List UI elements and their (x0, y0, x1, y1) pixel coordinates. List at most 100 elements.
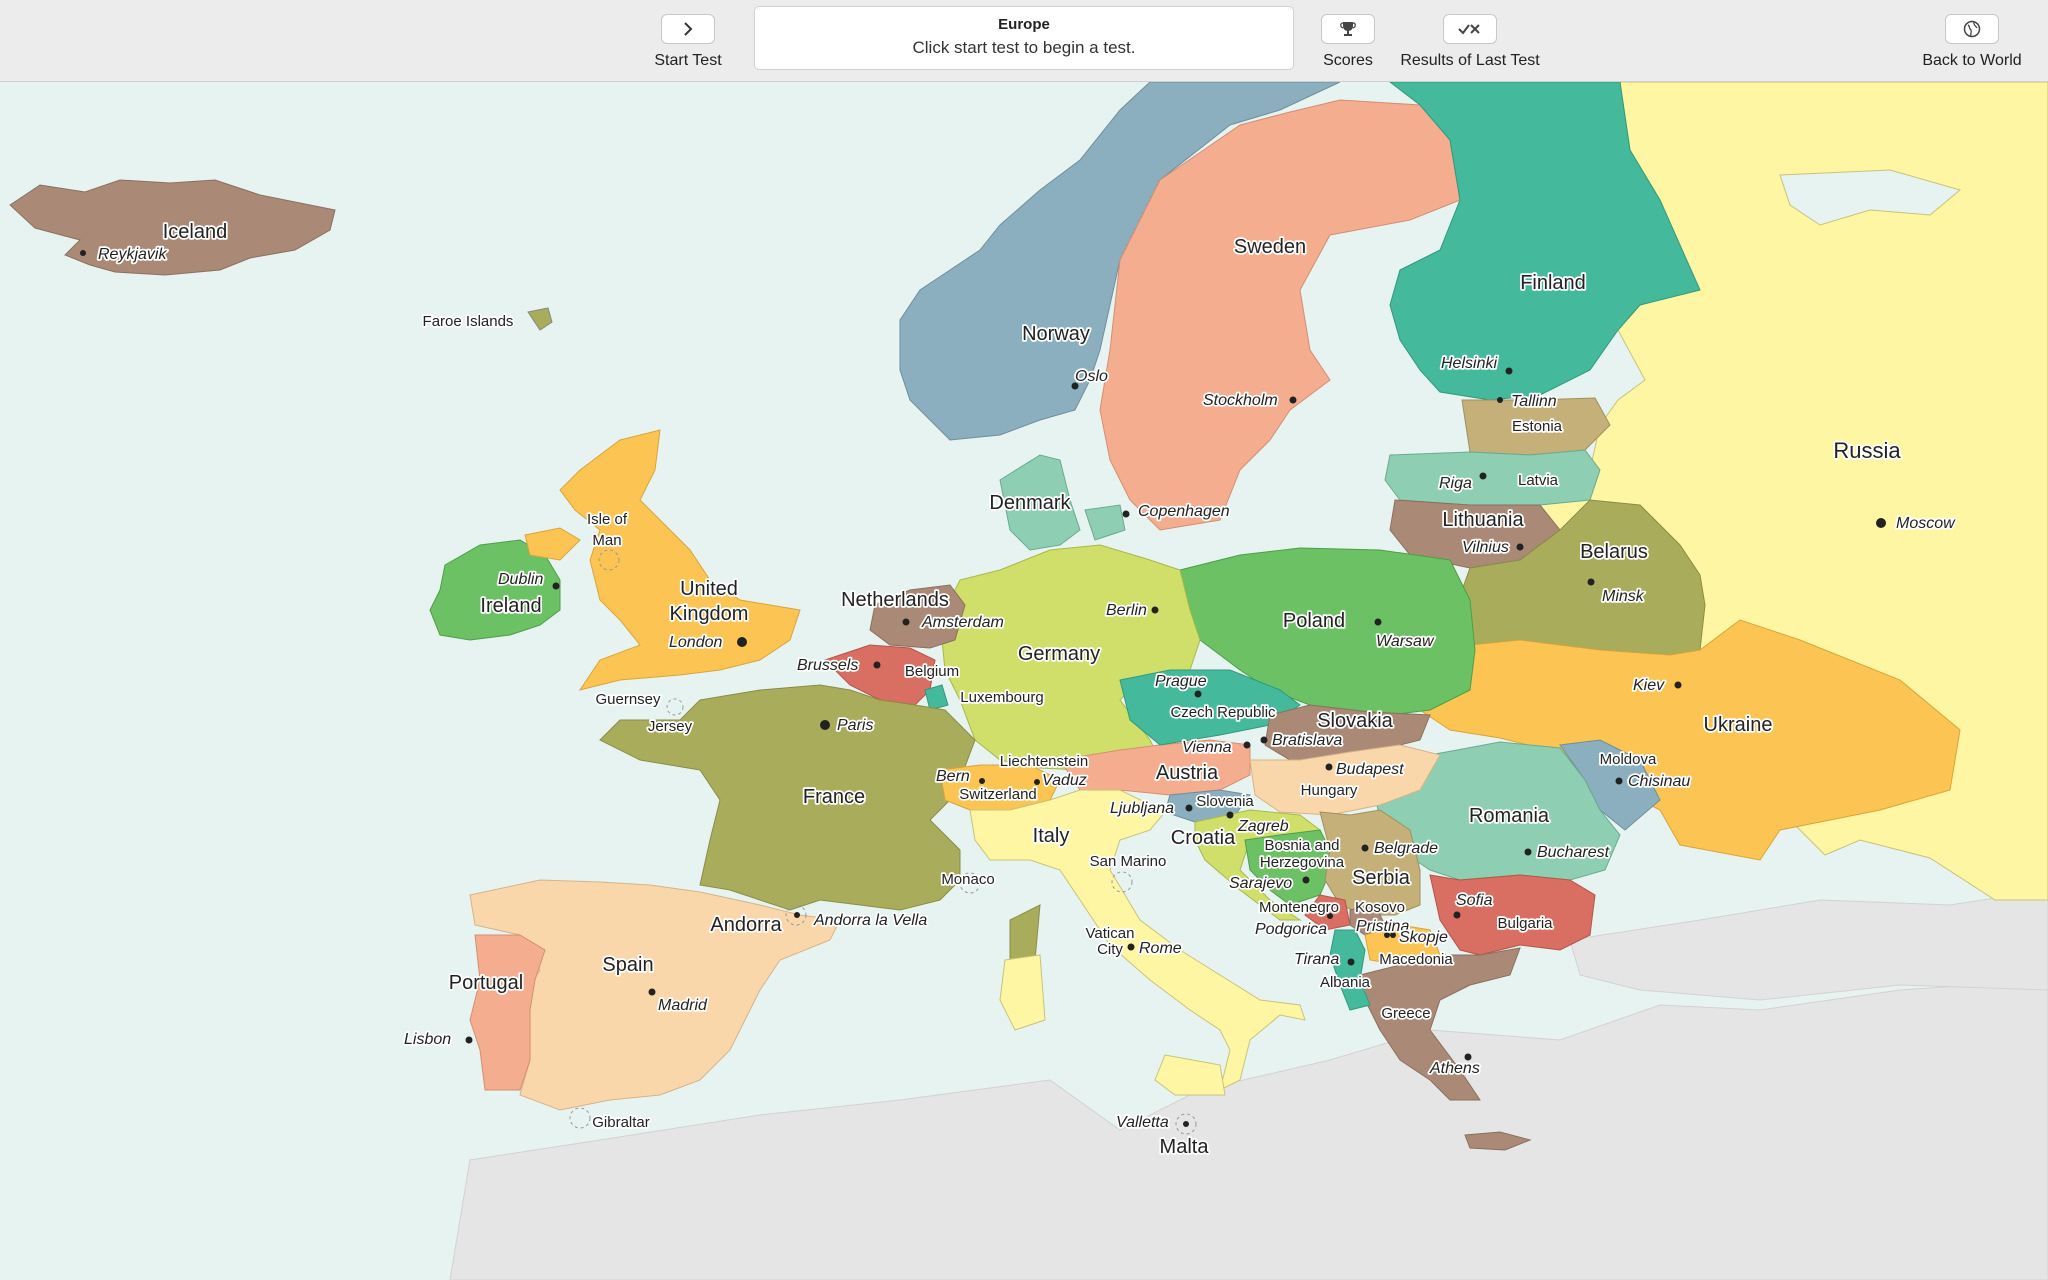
label-croatia: Croatia (1171, 827, 1236, 849)
label-san-marino: San Marino (1090, 853, 1167, 870)
label-podgorica: Podgorica (1255, 921, 1327, 938)
label-moldova: Moldova (1600, 751, 1657, 768)
label-sweden: Sweden (1234, 236, 1306, 258)
scores-button[interactable] (1321, 14, 1375, 44)
back-to-world-control[interactable]: Back to World (1912, 0, 2032, 70)
label-bosnia-line2: Herzegovina (1260, 854, 1345, 871)
label-vienna: Vienna (1182, 739, 1232, 756)
label-sarajevo: Sarajevo (1229, 875, 1292, 892)
label-finland: Finland (1520, 272, 1586, 294)
label-valletta: Valletta (1116, 1114, 1169, 1131)
back-to-world-button[interactable] (1945, 14, 1999, 44)
label-andorra: Andorra (710, 914, 782, 936)
label-poland: Poland (1283, 610, 1345, 632)
results-label: Results of Last Test (1400, 52, 1540, 69)
label-faroe-islands: Faroe Islands (423, 313, 514, 330)
back-to-world-label: Back to World (1922, 52, 2022, 69)
label-latvia: Latvia (1518, 472, 1559, 489)
label-zagreb: Zagreb (1237, 818, 1289, 835)
label-estonia: Estonia (1512, 418, 1563, 435)
globe-icon (1963, 20, 1981, 38)
label-london: London (669, 634, 722, 651)
label-greece: Greece (1381, 1005, 1430, 1022)
label-kiev: Kiev (1633, 677, 1665, 694)
label-czech-republic: Czech Republic (1170, 704, 1276, 721)
label-portugal: Portugal (449, 972, 524, 994)
label-italy: Italy (1033, 825, 1070, 847)
label-helsinki: Helsinki (1441, 355, 1497, 372)
label-denmark: Denmark (989, 492, 1071, 514)
europe-map: Iceland Faroe Islands Norway Sweden Finl… (0, 82, 2048, 1280)
label-ireland: Ireland (480, 595, 541, 617)
label-norway: Norway (1022, 323, 1090, 345)
label-kosovo: Kosovo (1355, 899, 1405, 916)
status-message: Click start test to begin a test. (912, 38, 1136, 57)
label-oslo: Oslo (1075, 368, 1108, 385)
label-budapest: Budapest (1336, 761, 1404, 778)
label-russia: Russia (1833, 438, 1901, 463)
label-dublin: Dublin (498, 571, 543, 588)
label-spain: Spain (602, 954, 653, 976)
label-minsk: Minsk (1602, 588, 1645, 605)
label-netherlands: Netherlands (841, 589, 949, 611)
label-montenegro: Montenegro (1259, 899, 1339, 916)
label-liechtenstein: Liechtenstein (1000, 753, 1088, 770)
label-paris: Paris (837, 717, 873, 734)
start-test-control[interactable]: Start Test (652, 0, 724, 70)
status-panel: Europe Click start test to begin a test. (754, 6, 1294, 70)
label-bern: Bern (936, 768, 970, 785)
label-austria: Austria (1156, 762, 1219, 784)
start-test-button[interactable] (661, 14, 715, 44)
label-warsaw: Warsaw (1376, 633, 1435, 650)
label-jersey: Jersey (648, 718, 693, 735)
label-riga: Riga (1439, 475, 1472, 492)
label-skopje: Skopje (1399, 929, 1448, 946)
label-lithuania: Lithuania (1442, 509, 1524, 531)
label-sofia: Sofia (1456, 892, 1493, 909)
label-bulgaria: Bulgaria (1497, 915, 1553, 932)
toolbar: Start Test Europe Click start test to be… (0, 0, 2048, 82)
label-rome: Rome (1139, 940, 1182, 957)
chevron-right-icon (684, 22, 693, 36)
label-tirana: Tirana (1294, 951, 1339, 968)
label-gibraltar: Gibraltar (592, 1114, 650, 1131)
label-belgrade: Belgrade (1374, 840, 1438, 857)
label-uk-line1: United (680, 578, 738, 600)
scores-control[interactable]: Scores (1315, 0, 1381, 70)
label-ukraine: Ukraine (1704, 714, 1773, 736)
results-control[interactable]: Results of Last Test (1392, 0, 1548, 70)
label-chisinau: Chisinau (1628, 773, 1690, 790)
label-albania: Albania (1320, 974, 1371, 991)
label-malta: Malta (1160, 1136, 1210, 1158)
label-amsterdam: Amsterdam (921, 614, 1004, 631)
status-title: Europe (998, 16, 1050, 33)
label-slovakia: Slovakia (1317, 710, 1393, 732)
label-copenhagen: Copenhagen (1138, 503, 1230, 520)
label-moscow: Moscow (1896, 515, 1956, 532)
label-monaco: Monaco (941, 871, 994, 888)
trophy-icon (1340, 22, 1356, 36)
label-tallinn: Tallinn (1511, 393, 1557, 410)
label-prague: Prague (1155, 673, 1207, 690)
latvia-shape (1384, 449, 1601, 506)
label-romania: Romania (1469, 805, 1550, 827)
results-button[interactable] (1443, 14, 1497, 44)
label-germany: Germany (1018, 643, 1100, 665)
label-bosnia-line1: Bosnia and (1264, 837, 1339, 854)
label-vaduz: Vaduz (1042, 772, 1087, 789)
label-lisbon: Lisbon (404, 1031, 451, 1048)
label-belgium: Belgium (905, 663, 959, 680)
label-switzerland: Switzerland (959, 786, 1037, 803)
label-iceland: Iceland (163, 221, 228, 243)
label-stockholm: Stockholm (1203, 392, 1278, 409)
label-madrid: Madrid (658, 997, 708, 1014)
label-ljubljana: Ljubljana (1110, 800, 1174, 817)
label-reykjavik: Reykjavik (98, 246, 167, 263)
label-berlin: Berlin (1106, 602, 1147, 619)
start-test-label: Start Test (654, 52, 722, 69)
label-serbia: Serbia (1352, 867, 1411, 889)
label-macedonia: Macedonia (1379, 951, 1453, 968)
label-uk-line2: Kingdom (670, 603, 749, 625)
label-belarus: Belarus (1580, 541, 1648, 563)
label-bratislava: Bratislava (1272, 732, 1342, 749)
